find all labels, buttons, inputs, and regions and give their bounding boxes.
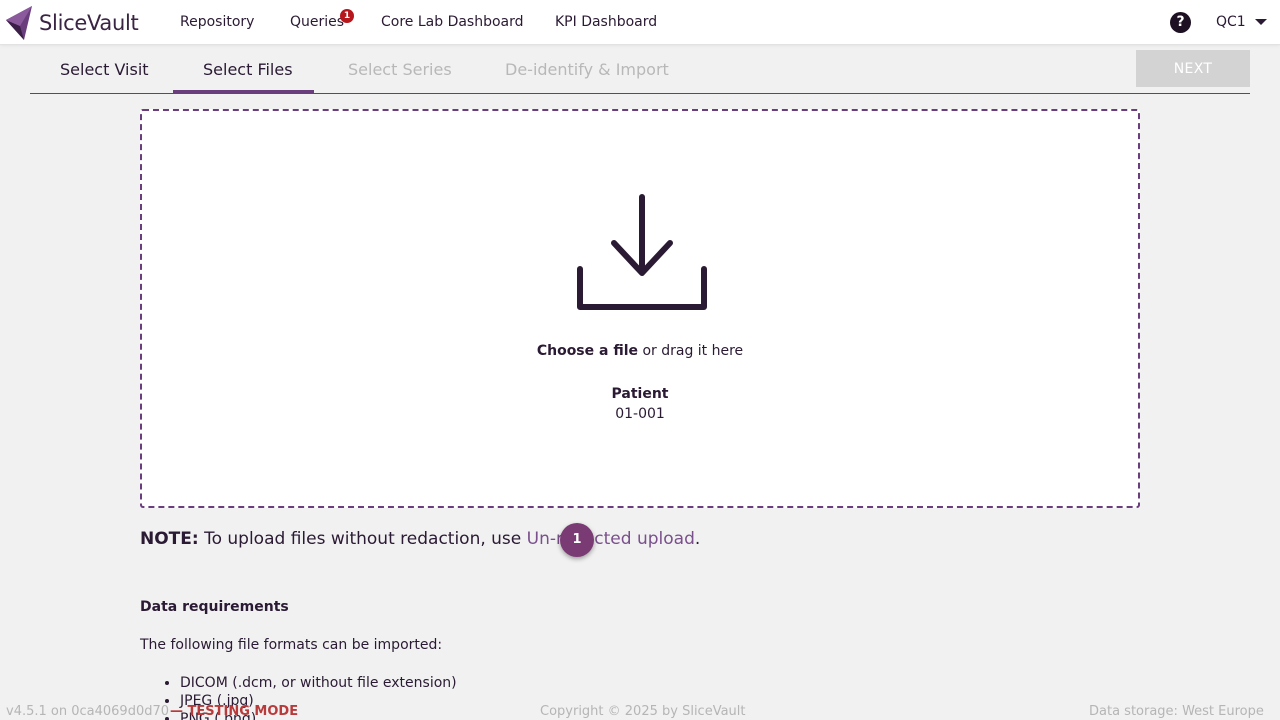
nav-repository[interactable]: Repository xyxy=(180,14,254,30)
download-icon xyxy=(577,194,707,310)
testing-mode-label: — TESTING MODE xyxy=(170,704,299,719)
footer-copyright: Copyright © 2025 by SliceVault xyxy=(540,704,746,719)
drag-hint-text: or drag it here xyxy=(638,343,744,359)
footer-data-storage: Data storage: West Europe xyxy=(1089,704,1264,719)
nav-queries[interactable]: Queries xyxy=(290,14,344,30)
top-nav-bar: SliceVault Repository Queries 1 Core Lab… xyxy=(0,0,1280,45)
next-button[interactable]: NEXT xyxy=(1136,50,1250,87)
note-text: To upload files without redaction, use xyxy=(198,529,527,549)
step-select-visit[interactable]: Select Visit xyxy=(60,60,149,79)
step-select-series: Select Series xyxy=(348,60,452,79)
note-prefix: NOTE: xyxy=(140,529,199,549)
note-suffix: . xyxy=(694,529,701,549)
queries-count-badge: 1 xyxy=(340,9,354,23)
nav-core-lab-dashboard[interactable]: Core Lab Dashboard xyxy=(381,14,524,30)
step-select-files[interactable]: Select Files xyxy=(203,60,293,79)
active-step-indicator xyxy=(173,90,314,93)
step-deidentify-import: De-identify & Import xyxy=(505,60,669,79)
list-item: DICOM (.dcm, or without file extension) xyxy=(180,674,457,692)
slicevault-logo-icon xyxy=(6,6,32,40)
app-logo[interactable]: SliceVault xyxy=(4,4,139,42)
file-drop-zone[interactable]: Choose a file or drag it here Patient 01… xyxy=(140,109,1140,508)
redaction-note: NOTE: To upload files without redaction,… xyxy=(140,529,700,549)
nav-kpi-dashboard[interactable]: KPI Dashboard xyxy=(555,14,657,30)
help-icon[interactable]: ? xyxy=(1170,12,1191,33)
chevron-down-icon xyxy=(1254,19,1267,25)
data-requirements-heading: Data requirements xyxy=(140,599,289,615)
unredacted-upload-link[interactable]: Un-redacted upload xyxy=(527,529,695,549)
import-stepper: Select Visit Select Files Select Series … xyxy=(30,45,1250,94)
data-requirements-intro: The following file formats can be import… xyxy=(140,637,443,653)
user-menu[interactable]: QC1 xyxy=(1216,14,1267,30)
tour-step-marker[interactable]: 1 xyxy=(560,523,594,557)
patient-id: 01-001 xyxy=(615,406,665,422)
patient-label: Patient xyxy=(611,386,669,402)
choose-file-link[interactable]: Choose a file xyxy=(537,343,638,359)
user-name: QC1 xyxy=(1216,14,1246,30)
app-logo-text: SliceVault xyxy=(39,11,139,35)
footer-version: v4.5.1 on 0ca4069d0d70 xyxy=(6,704,170,719)
choose-file-prompt: Choose a file or drag it here xyxy=(142,343,1138,359)
